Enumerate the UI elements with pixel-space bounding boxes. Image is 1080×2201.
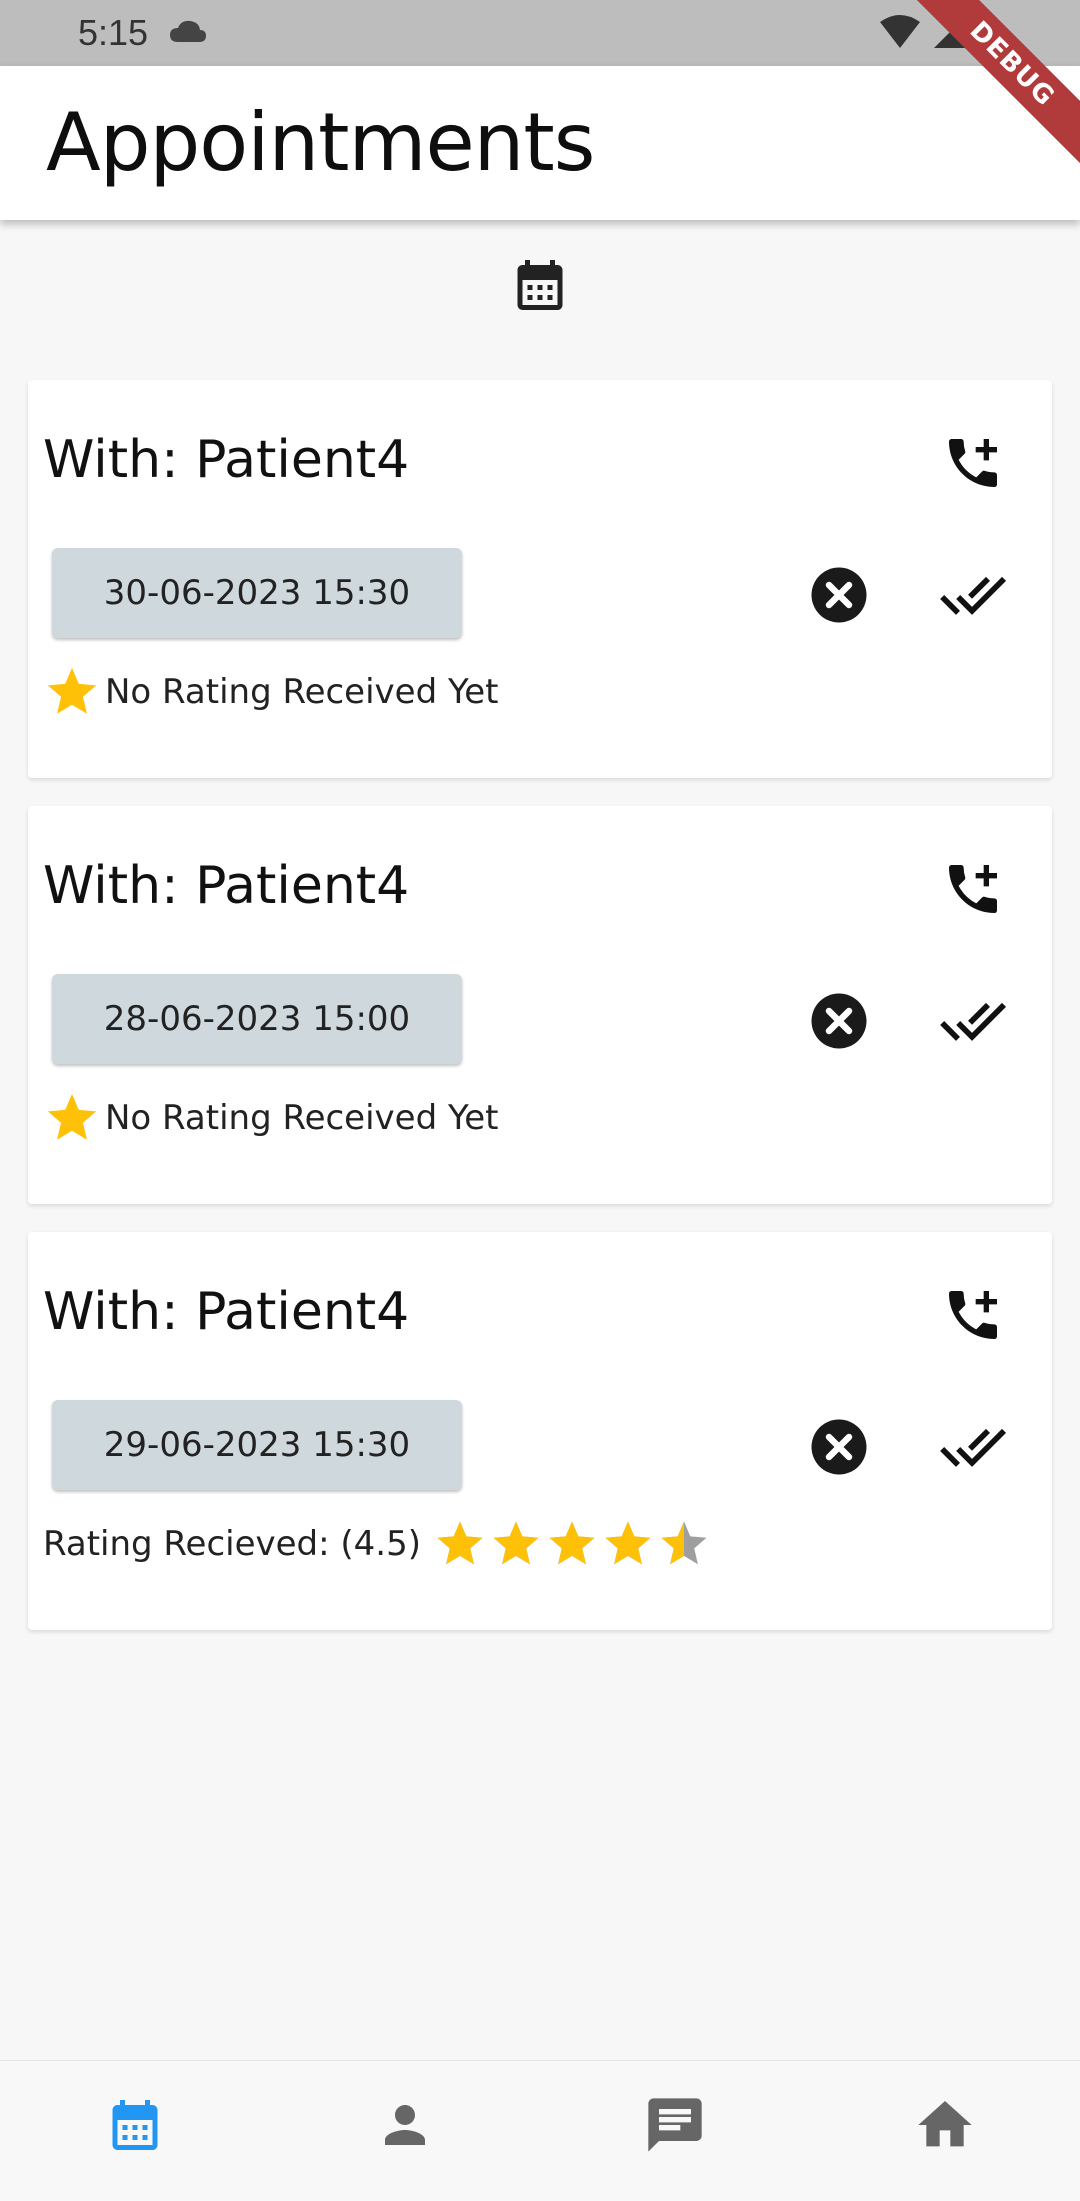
add-call-button[interactable] xyxy=(938,854,1008,924)
mark-done-button[interactable] xyxy=(938,560,1008,630)
appointment-with: With: Patient4 xyxy=(43,856,410,916)
add-call-button[interactable] xyxy=(938,428,1008,498)
star-full-icon xyxy=(437,1521,483,1565)
appointment-with: With: Patient4 xyxy=(43,430,410,490)
person-icon xyxy=(385,2105,425,2145)
star-icon xyxy=(47,1093,97,1140)
appointment-card: With: Patient4 30-06-2023 15:30 No Ratin… xyxy=(28,380,1052,778)
bottom-nav xyxy=(0,2060,1080,2201)
mark-done-button[interactable] xyxy=(938,986,1008,1056)
done-all-icon xyxy=(940,576,1007,615)
nav-appointments[interactable] xyxy=(85,2085,185,2165)
rating-status: No Rating Received Yet xyxy=(105,672,499,712)
star-half-icon xyxy=(661,1521,707,1565)
star-full-icon xyxy=(605,1521,651,1565)
calendar-icon xyxy=(517,260,563,310)
appointment-datetime-button[interactable]: 28-06-2023 15:00 xyxy=(52,974,462,1064)
rating-status: Rating Recieved: (4.5) xyxy=(43,1524,421,1564)
status-bar: 5:15 xyxy=(0,0,1080,66)
wifi-icon xyxy=(878,14,922,54)
appointment-card: With: Patient4 29-06-2023 15:30 Rating R… xyxy=(28,1232,1052,1630)
nav-profile[interactable] xyxy=(355,2085,455,2165)
calendar-icon xyxy=(112,2100,158,2150)
appointment-datetime-button[interactable]: 29-06-2023 15:30 xyxy=(52,1400,462,1490)
add-call-button[interactable] xyxy=(938,1280,1008,1350)
calendar-picker-button[interactable] xyxy=(510,255,570,319)
done-all-icon xyxy=(940,1428,1007,1467)
done-all-icon xyxy=(940,1002,1007,1041)
rating-stars xyxy=(433,1517,711,1571)
star-full-icon xyxy=(493,1521,539,1565)
mark-done-button[interactable] xyxy=(938,1412,1008,1482)
rating-row: No Rating Received Yet xyxy=(43,1088,498,1148)
rating-row: No Rating Received Yet xyxy=(43,662,498,722)
appointment-with: With: Patient4 xyxy=(43,1282,410,1342)
star-full-icon xyxy=(549,1521,595,1565)
home-icon xyxy=(918,2101,972,2147)
cancel-appointment-button[interactable] xyxy=(809,991,869,1051)
chat-icon xyxy=(648,2098,702,2152)
page-title: Appointments xyxy=(46,96,595,189)
status-time: 5:15 xyxy=(78,12,149,53)
cancel-appointment-button[interactable] xyxy=(809,1417,869,1477)
rating-row: Rating Recieved: (4.5) xyxy=(43,1514,711,1574)
add-call-icon xyxy=(949,865,997,913)
appointment-datetime-button[interactable]: 30-06-2023 15:30 xyxy=(52,548,462,638)
star-icon xyxy=(47,667,97,714)
cancel-icon xyxy=(811,993,867,1049)
cancel-appointment-button[interactable] xyxy=(809,565,869,625)
add-call-icon xyxy=(949,439,997,487)
cancel-icon xyxy=(811,1419,867,1475)
cloud-icon xyxy=(168,18,208,48)
nav-home[interactable] xyxy=(895,2085,995,2165)
cancel-icon xyxy=(811,567,867,623)
app-bar: Appointments xyxy=(0,66,1080,220)
add-call-icon xyxy=(949,1291,997,1339)
rating-status: No Rating Received Yet xyxy=(105,1098,499,1138)
nav-chat[interactable] xyxy=(625,2085,725,2165)
appointment-card: With: Patient4 28-06-2023 15:00 No Ratin… xyxy=(28,806,1052,1204)
